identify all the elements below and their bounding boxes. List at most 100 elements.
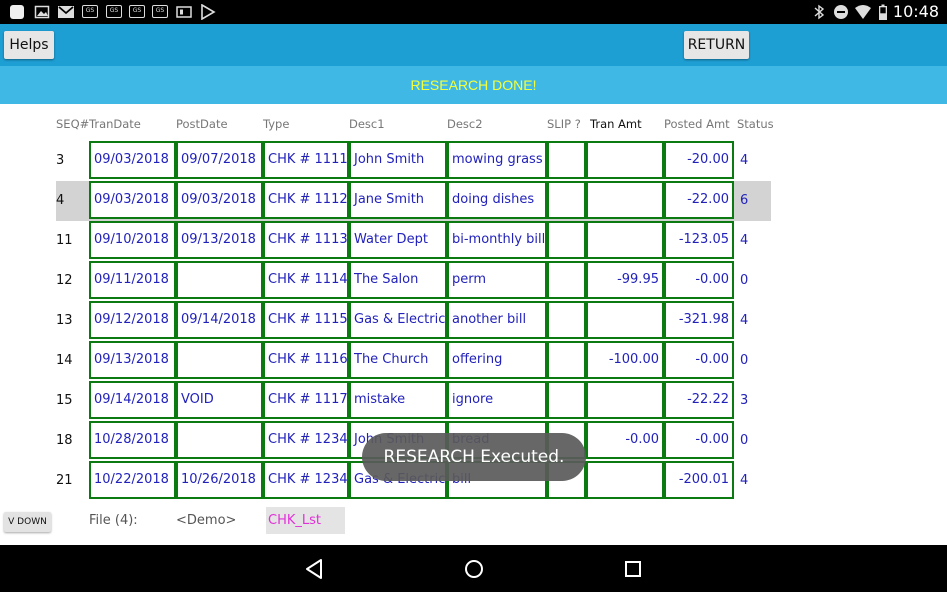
row-seq[interactable]: 18 <box>56 422 90 460</box>
header-type: Type <box>263 117 290 131</box>
toolbar: Helps RETURN <box>0 24 947 66</box>
header-postedamt: Posted Amt <box>664 117 730 131</box>
cell-tranamt[interactable]: -0.00 <box>586 421 664 459</box>
cell-tranamt[interactable] <box>586 141 664 179</box>
gs-icon: GS <box>106 5 122 18</box>
cell-slip[interactable] <box>547 141 586 179</box>
wifi-icon <box>854 4 872 20</box>
cell-desc1[interactable]: Jane Smith <box>349 181 447 219</box>
cell-postdate[interactable]: 09/03/2018 <box>176 181 263 219</box>
gs-icon-label: GS <box>109 7 119 14</box>
helps-button[interactable]: Helps <box>4 31 54 59</box>
cell-postdate[interactable] <box>176 261 263 299</box>
cell-desc2[interactable]: ignore <box>447 381 547 419</box>
row-seq[interactable]: 4 <box>56 182 90 220</box>
cell-tranamt[interactable] <box>586 181 664 219</box>
cell-postedamt[interactable]: -200.01 <box>664 461 734 499</box>
recents-icon[interactable] <box>621 557 645 581</box>
cell-tranamt[interactable] <box>586 461 664 499</box>
cell-type[interactable]: CHK # 1234 <box>263 421 349 459</box>
row-status: 4 <box>740 233 749 248</box>
gs-icon-label: GS <box>85 7 95 14</box>
cell-tranamt[interactable]: -99.95 <box>586 261 664 299</box>
cell-desc2[interactable]: mowing grass <box>447 141 547 179</box>
cell-postedamt[interactable]: -321.98 <box>664 301 734 339</box>
cell-postdate[interactable]: 09/07/2018 <box>176 141 263 179</box>
cell-type[interactable]: CHK # 1115 <box>263 301 349 339</box>
demo-label: <Demo> <box>176 513 237 528</box>
cell-postedamt[interactable]: -22.22 <box>664 381 734 419</box>
cell-desc2[interactable]: another bill <box>447 301 547 339</box>
header-seq: SEQ# <box>56 117 90 131</box>
cell-slip[interactable] <box>547 341 586 379</box>
cell-postedamt[interactable]: -123.05 <box>664 221 734 259</box>
cell-postdate[interactable]: 10/26/2018 <box>176 461 263 499</box>
cell-type[interactable]: CHK # 1234 <box>263 461 349 499</box>
row-seq[interactable]: 15 <box>56 382 90 420</box>
cell-trandate[interactable]: 09/11/2018 <box>89 261 176 299</box>
cell-postedamt[interactable]: -0.00 <box>664 421 734 459</box>
row-seq[interactable]: 12 <box>56 262 90 300</box>
back-icon[interactable] <box>302 557 326 581</box>
clock: 10:48 <box>892 2 939 21</box>
cell-postdate[interactable]: 09/14/2018 <box>176 301 263 339</box>
row-seq[interactable]: 3 <box>56 142 90 180</box>
cell-postdate[interactable]: 09/13/2018 <box>176 221 263 259</box>
header-trandate: TranDate <box>89 117 141 131</box>
cell-trandate[interactable]: 09/12/2018 <box>89 301 176 339</box>
cell-postdate[interactable]: VOID <box>176 381 263 419</box>
cell-slip[interactable] <box>547 301 586 339</box>
cell-tranamt[interactable]: -100.00 <box>586 341 664 379</box>
file-name-field[interactable]: CHK_Lst <box>266 507 345 534</box>
header-status: Status <box>737 117 774 131</box>
cell-trandate[interactable]: 09/13/2018 <box>89 341 176 379</box>
cell-postedamt[interactable]: -0.00 <box>664 261 734 299</box>
cell-tranamt[interactable] <box>586 381 664 419</box>
cell-desc2[interactable]: perm <box>447 261 547 299</box>
file-label: File (4): <box>89 513 138 528</box>
return-button[interactable]: RETURN <box>684 31 749 59</box>
cell-type[interactable]: CHK # 1112 <box>263 181 349 219</box>
row-seq[interactable]: 13 <box>56 302 90 340</box>
cell-trandate[interactable]: 09/03/2018 <box>89 181 176 219</box>
header-tranamt: Tran Amt <box>590 117 642 131</box>
cell-desc1[interactable]: John Smith <box>349 141 447 179</box>
home-icon[interactable] <box>462 557 486 581</box>
cell-desc2[interactable]: offering <box>447 341 547 379</box>
cell-desc1[interactable]: Water Dept <box>349 221 447 259</box>
cell-desc1[interactable]: Gas & Electric <box>349 301 447 339</box>
cell-desc1[interactable]: The Church <box>349 341 447 379</box>
cell-desc1[interactable]: mistake <box>349 381 447 419</box>
cell-trandate[interactable]: 10/28/2018 <box>89 421 176 459</box>
cell-slip[interactable] <box>547 221 586 259</box>
row-seq[interactable]: 21 <box>56 462 90 500</box>
cell-postedamt[interactable]: -20.00 <box>664 141 734 179</box>
do-not-disturb-icon <box>833 4 849 20</box>
cell-type[interactable]: CHK # 1117 <box>263 381 349 419</box>
cell-postdate[interactable] <box>176 341 263 379</box>
cell-tranamt[interactable] <box>586 301 664 339</box>
image-icon <box>34 4 50 20</box>
cell-type[interactable]: CHK # 1113 <box>263 221 349 259</box>
cell-type[interactable]: CHK # 1116 <box>263 341 349 379</box>
cell-trandate[interactable]: 09/03/2018 <box>89 141 176 179</box>
cell-slip[interactable] <box>547 261 586 299</box>
row-seq[interactable]: 11 <box>56 222 90 260</box>
cell-trandate[interactable]: 09/10/2018 <box>89 221 176 259</box>
cell-type[interactable]: CHK # 1111 <box>263 141 349 179</box>
cell-slip[interactable] <box>547 181 586 219</box>
cell-trandate[interactable]: 10/22/2018 <box>89 461 176 499</box>
cell-desc1[interactable]: The Salon <box>349 261 447 299</box>
cell-slip[interactable] <box>547 381 586 419</box>
cell-trandate[interactable]: 09/14/2018 <box>89 381 176 419</box>
cell-postedamt[interactable]: -22.00 <box>664 181 734 219</box>
row-seq[interactable]: 14 <box>56 342 90 380</box>
cell-postdate[interactable] <box>176 421 263 459</box>
cell-desc2[interactable]: doing dishes <box>447 181 547 219</box>
cell-tranamt[interactable] <box>586 221 664 259</box>
cell-desc2[interactable]: bi-monthly bill <box>447 221 547 259</box>
toast-message: RESEARCH Executed. <box>362 433 586 481</box>
v-down-button[interactable]: V DOWN <box>4 512 51 532</box>
cell-postedamt[interactable]: -0.00 <box>664 341 734 379</box>
cell-type[interactable]: CHK # 1114 <box>263 261 349 299</box>
